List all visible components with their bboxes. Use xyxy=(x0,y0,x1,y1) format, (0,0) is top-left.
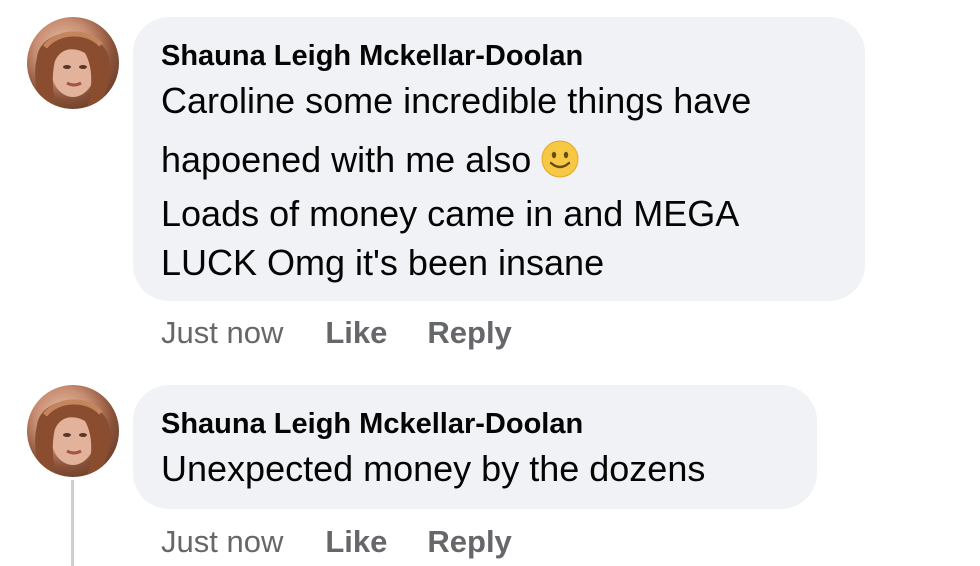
smiling-face-emoji-icon xyxy=(541,140,579,178)
comment-actions: Just now Like Reply xyxy=(161,315,552,351)
comment-text-line: hapoened with me also xyxy=(161,134,579,181)
comment-bubble: Shauna Leigh Mckellar-Doolan Unexpected … xyxy=(133,385,817,509)
reply-button[interactable]: Reply xyxy=(427,524,511,560)
comment-actions: Just now Like Reply xyxy=(161,524,552,560)
comment-author[interactable]: Shauna Leigh Mckellar-Doolan xyxy=(161,39,583,73)
timestamp[interactable]: Just now xyxy=(161,315,283,351)
avatar[interactable] xyxy=(27,385,119,477)
comment-text-line: Caroline some incredible things have xyxy=(161,80,752,121)
comment-author[interactable]: Shauna Leigh Mckellar-Doolan xyxy=(161,407,583,441)
timestamp[interactable]: Just now xyxy=(161,524,283,560)
like-button[interactable]: Like xyxy=(325,315,387,351)
avatar[interactable] xyxy=(27,17,119,109)
reply-button[interactable]: Reply xyxy=(427,315,511,351)
comment-text-line: LUCK Omg it's been insane xyxy=(161,242,605,283)
comment-text-line: Loads of money came in and MEGA xyxy=(161,193,740,234)
like-button[interactable]: Like xyxy=(325,524,387,560)
comment-bubble: Shauna Leigh Mckellar-Doolan Caroline so… xyxy=(133,17,865,301)
profile-photo-icon xyxy=(35,31,111,109)
comment-text-line: Unexpected money by the dozens xyxy=(161,448,706,489)
profile-photo-icon xyxy=(35,399,111,477)
thread-connector-line xyxy=(71,480,74,566)
